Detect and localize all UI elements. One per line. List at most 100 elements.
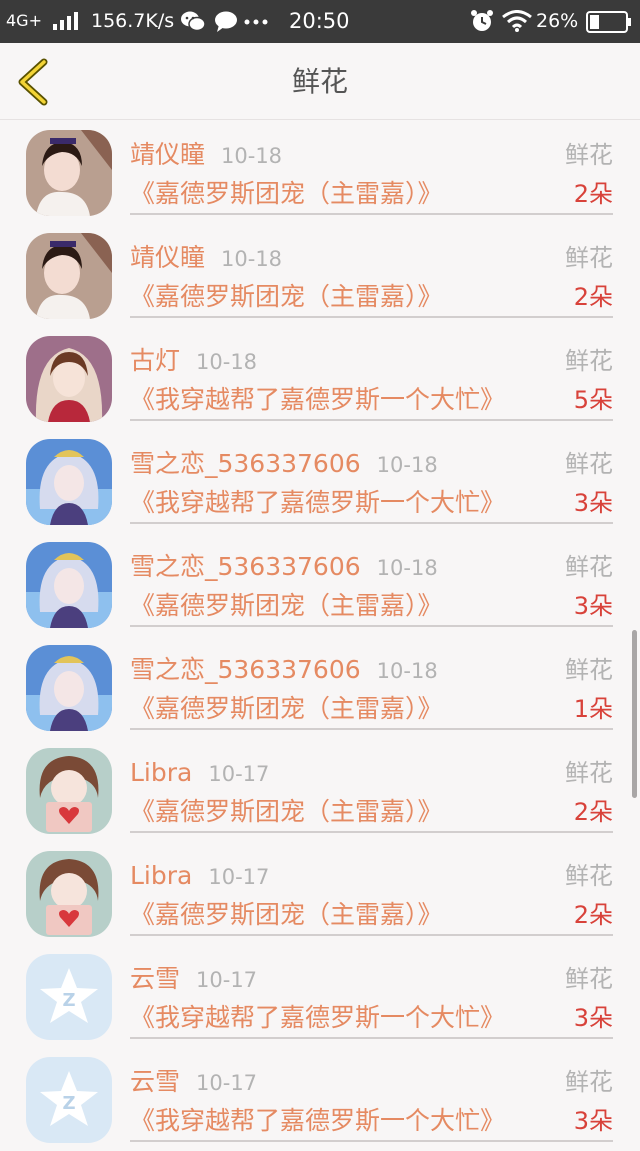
avatar[interactable] [26, 645, 112, 731]
gift-type: 鲜花 [565, 244, 613, 272]
avatar[interactable] [26, 851, 112, 937]
alarm-icon [471, 10, 493, 31]
divider [130, 419, 613, 421]
gift-type: 鲜花 [565, 656, 613, 684]
avatar[interactable] [26, 130, 112, 216]
avatar[interactable] [26, 439, 112, 525]
user-name-line: 靖仪瞳 10-18 [130, 140, 282, 171]
wifi-icon [502, 10, 532, 32]
user-name[interactable]: 云雪 [130, 964, 180, 993]
svg-text:Z: Z [62, 990, 75, 1011]
avatar[interactable] [26, 336, 112, 422]
gift-type: 鲜花 [565, 862, 613, 890]
list-item[interactable]: 雪之恋_536337606 10-18 鲜花《嘉德罗斯团宠（主雷嘉）》 1朵 [0, 636, 640, 739]
user-name-line: 雪之恋_536337606 10-18 [130, 552, 438, 583]
date: 10-17 [208, 762, 270, 786]
user-name[interactable]: 靖仪瞳 [130, 243, 205, 272]
page-title: 鲜花 [291, 65, 348, 98]
user-name[interactable]: 云雪 [130, 1067, 180, 1096]
date: 10-18 [221, 144, 283, 168]
divider [130, 934, 613, 936]
divider [130, 213, 613, 215]
book-title[interactable]: 《我穿越帮了嘉德罗斯一个大忙》 [130, 384, 505, 416]
book-title[interactable]: 《嘉德罗斯团宠（主雷嘉）》 [130, 899, 443, 931]
avatar[interactable] [26, 542, 112, 628]
divider [130, 1140, 613, 1142]
battery-icon [586, 11, 631, 33]
list-item[interactable]: Libra 10-17 鲜花 《嘉德罗斯团宠（主雷嘉）》 2朵 [0, 739, 640, 842]
flower-count: 3朵 [573, 489, 613, 517]
date: 10-18 [376, 453, 438, 477]
user-name[interactable]: 靖仪瞳 [130, 140, 205, 169]
more-notifications-icon [244, 19, 268, 25]
flower-count: 3朵 [573, 1107, 613, 1135]
user-name-line: 雪之恋_536337606 10-18 [130, 655, 438, 686]
avatar[interactable] [26, 233, 112, 319]
clock: 20:50 [289, 9, 350, 33]
gift-type: 鲜花 [565, 141, 613, 169]
flower-count: 2朵 [573, 798, 613, 826]
list-item[interactable]: Z 云雪 10-17 鲜花《我穿越帮了嘉德罗斯一个大忙》 3朵 [0, 1048, 640, 1151]
list-item[interactable]: 雪之恋_536337606 10-18 鲜花《我穿越帮了嘉德罗斯一个大忙》 3朵 [0, 430, 640, 533]
list-item[interactable]: 雪之恋_536337606 10-18 鲜花《嘉德罗斯团宠（主雷嘉）》 3朵 [0, 533, 640, 636]
user-name-line: 靖仪瞳 10-18 [130, 243, 282, 274]
book-title[interactable]: 《嘉德罗斯团宠（主雷嘉）》 [130, 796, 443, 828]
user-name[interactable]: Libra [130, 861, 192, 890]
date: 10-18 [376, 556, 438, 580]
date: 10-17 [196, 968, 258, 992]
divider [130, 625, 613, 627]
gift-type: 鲜花 [565, 450, 613, 478]
book-title[interactable]: 《嘉德罗斯团宠（主雷嘉）》 [130, 178, 443, 210]
list-item[interactable]: 靖仪瞳 10-18 鲜花《嘉德罗斯团宠（主雷嘉）》 2朵 [0, 224, 640, 327]
book-title[interactable]: 《我穿越帮了嘉德罗斯一个大忙》 [130, 487, 505, 519]
list-item[interactable]: 靖仪瞳 10-18 鲜花《嘉德罗斯团宠（主雷嘉）》 2朵 [0, 121, 640, 224]
list-item[interactable]: Z 云雪 10-17 鲜花 《我穿越帮了嘉德罗斯一个大忙》 3朵 [0, 945, 640, 1048]
avatar[interactable] [26, 748, 112, 834]
user-name-line: 雪之恋_536337606 10-18 [130, 449, 438, 480]
date: 10-18 [221, 247, 283, 271]
message-icon [215, 11, 237, 32]
book-title[interactable]: 《嘉德罗斯团宠（主雷嘉）》 [130, 693, 443, 725]
user-name-line: 云雪 10-17 [130, 964, 257, 995]
flower-count: 5朵 [573, 386, 613, 414]
flower-count: 3朵 [573, 1004, 613, 1032]
flower-count: 2朵 [573, 180, 613, 208]
date: 10-17 [208, 865, 270, 889]
book-title[interactable]: 《嘉德罗斯团宠（主雷嘉）》 [130, 281, 443, 313]
flower-count: 2朵 [573, 283, 613, 311]
flower-count: 1朵 [573, 695, 613, 723]
scrollbar[interactable] [632, 630, 637, 798]
divider [130, 728, 613, 730]
user-name[interactable]: 雪之恋_536337606 [130, 655, 361, 684]
user-name-line: Libra 10-17 [130, 758, 269, 789]
flower-count: 2朵 [573, 901, 613, 929]
network-type: 4G+ [6, 11, 42, 30]
book-title[interactable]: 《我穿越帮了嘉德罗斯一个大忙》 [130, 1105, 505, 1137]
signal-icon [53, 12, 78, 30]
avatar[interactable]: Z [26, 954, 112, 1040]
book-title[interactable]: 《嘉德罗斯团宠（主雷嘉）》 [130, 590, 443, 622]
svg-text:Z: Z [62, 1093, 75, 1114]
user-name[interactable]: 雪之恋_536337606 [130, 552, 361, 581]
gift-type: 鲜花 [565, 1068, 613, 1096]
avatar[interactable]: Z [26, 1057, 112, 1143]
divider [130, 522, 613, 524]
gift-type: 鲜花 [565, 553, 613, 581]
battery-percent: 26% [536, 10, 579, 32]
divider [130, 831, 613, 833]
list-item[interactable]: Libra 10-17 鲜花《嘉德罗斯团宠（主雷嘉）》 2朵 [0, 842, 640, 945]
date: 10-17 [196, 1071, 258, 1095]
user-name[interactable]: 古灯 [130, 346, 180, 375]
book-title[interactable]: 《我穿越帮了嘉德罗斯一个大忙》 [130, 1002, 505, 1034]
user-name-line: Libra 10-17 [130, 861, 269, 892]
divider [130, 1037, 613, 1039]
divider [130, 316, 613, 318]
user-name[interactable]: 雪之恋_536337606 [130, 449, 361, 478]
list-item[interactable]: 古灯 10-18 鲜花 《我穿越帮了嘉德罗斯一个大忙》 5朵 [0, 327, 640, 430]
flower-count: 3朵 [573, 592, 613, 620]
date: 10-18 [376, 659, 438, 683]
status-bar: 4G+ 156.7K/s 20:50 26% [0, 0, 640, 43]
wechat-icon [181, 11, 206, 32]
user-name[interactable]: Libra [130, 758, 192, 787]
date: 10-18 [196, 350, 258, 374]
